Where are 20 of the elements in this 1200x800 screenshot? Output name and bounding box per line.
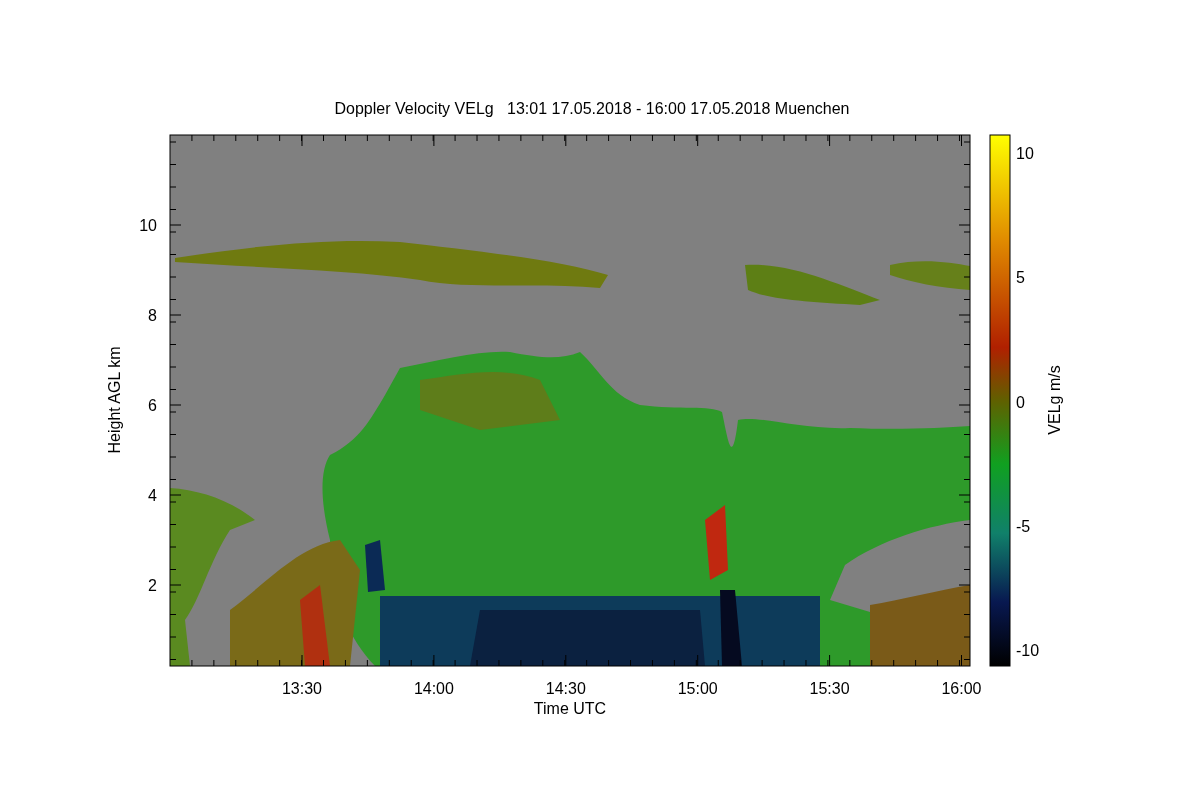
colorbar-tick-label: -10 [1016, 642, 1040, 659]
x-tick-label: 15:00 [677, 680, 718, 697]
x-tick-label: 16:00 [941, 680, 982, 697]
chart-title: Doppler Velocity VELg 13:01 17.05.2018 - 16:00 17.05.2018 Muenchen [334, 100, 850, 117]
colorbar-label: VELg m/s [1046, 365, 1063, 435]
y-tick-label: 8 [148, 307, 157, 324]
y-tick-label: 10 [139, 217, 157, 234]
x-tick-label: 13:30 [282, 680, 322, 697]
colorbar-tick-label: 10 [1016, 145, 1034, 162]
x-tick-label: 14:30 [545, 680, 586, 697]
y-tick-label: 2 [148, 577, 157, 594]
y-tick-label: 4 [148, 487, 157, 504]
x-axis-label: Time UTC [533, 700, 607, 717]
colorbar-tick-label: 5 [1016, 269, 1025, 287]
y-axis-label: Height AGL km [106, 346, 123, 454]
y-tick-label: 6 [148, 397, 157, 414]
x-tick-label: 15:30 [809, 680, 850, 697]
colorbar-tick-label: 0 [1016, 393, 1025, 411]
colorbar-tick-label: -5 [1016, 517, 1031, 535]
x-tick-label: 14:00 [413, 680, 454, 697]
